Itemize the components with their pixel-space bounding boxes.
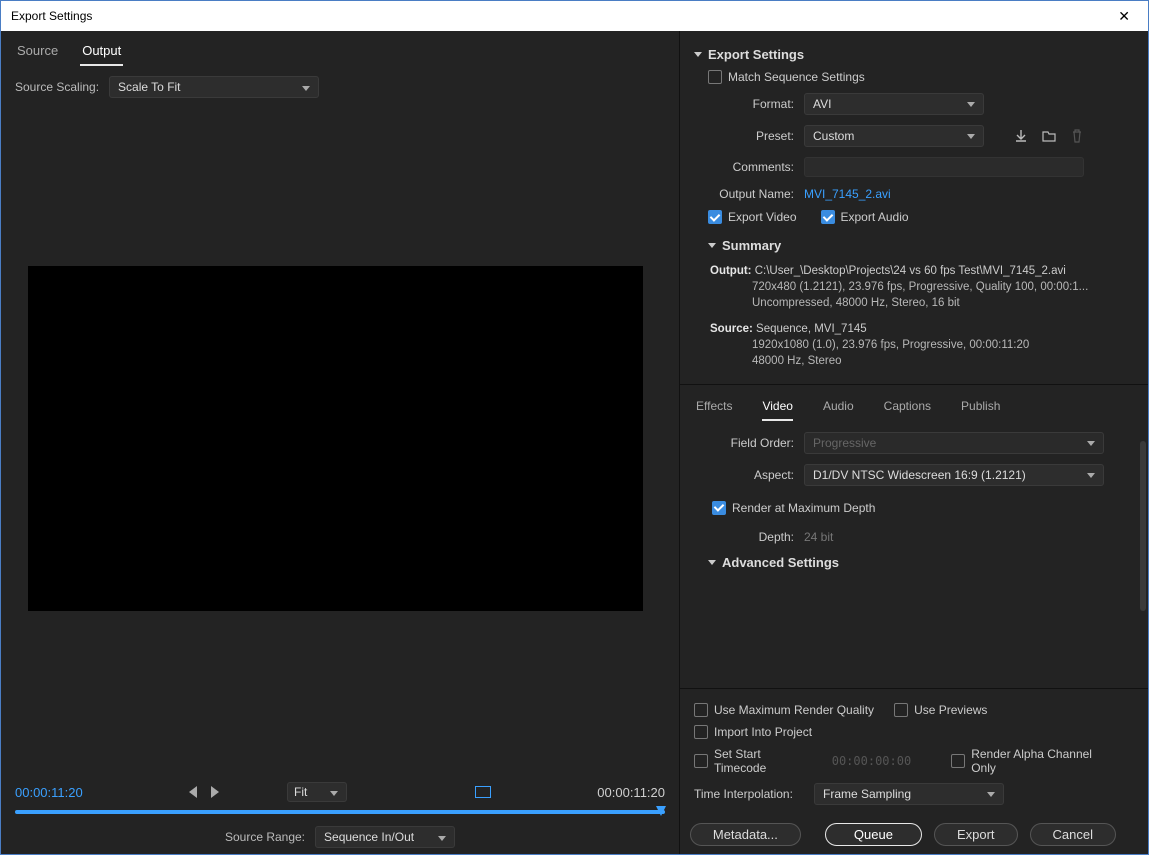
source-scaling-select[interactable]: Scale To Fit [109, 76, 319, 98]
summary-source-line3: 48000 Hz, Stereo [710, 353, 1134, 369]
tab-captions[interactable]: Captions [884, 395, 931, 421]
preview-frame [28, 266, 643, 611]
max-depth-label: Render at Maximum Depth [732, 501, 875, 515]
summary-title: Summary [722, 238, 781, 253]
close-icon[interactable]: ✕ [1110, 4, 1138, 29]
export-settings-title: Export Settings [708, 47, 804, 62]
field-order-value: Progressive [813, 436, 876, 450]
import-project-checkbox[interactable] [694, 725, 708, 739]
tab-publish[interactable]: Publish [961, 395, 1000, 421]
source-range-label: Source Range: [225, 830, 305, 844]
format-select[interactable]: AVI [804, 93, 984, 115]
time-interp-label: Time Interpolation: [694, 787, 794, 801]
chevron-down-icon [694, 52, 702, 57]
timecode-current[interactable]: 00:00:11:20 [15, 785, 83, 800]
timeline-playhead-icon[interactable] [656, 806, 666, 820]
field-order-select: Progressive [804, 432, 1104, 454]
export-video-checkbox[interactable] [708, 210, 722, 224]
aspect-value: D1/DV NTSC Widescreen 16:9 (1.2121) [813, 468, 1026, 482]
export-video-label: Export Video [728, 210, 797, 224]
preset-value: Custom [813, 129, 854, 143]
zoom-select[interactable]: Fit [287, 782, 347, 802]
max-quality-label: Use Maximum Render Quality [714, 703, 874, 717]
aspect-label: Aspect: [708, 468, 794, 482]
depth-value: 24 bit [804, 530, 833, 544]
source-scaling-value: Scale To Fit [118, 80, 180, 94]
comments-input[interactable] [804, 157, 1084, 177]
advanced-settings-header[interactable]: Advanced Settings [694, 549, 1134, 576]
field-order-label: Field Order: [708, 436, 794, 450]
summary-source-label: Source: [710, 323, 753, 335]
preset-select[interactable]: Custom [804, 125, 984, 147]
tab-effects[interactable]: Effects [696, 395, 732, 421]
export-audio-checkbox[interactable] [821, 210, 835, 224]
summary-header[interactable]: Summary [694, 234, 1134, 257]
format-label: Format: [708, 97, 794, 111]
start-timecode-checkbox[interactable] [694, 754, 708, 768]
export-audio-label: Export Audio [841, 210, 909, 224]
metadata-button[interactable]: Metadata... [690, 823, 801, 846]
summary-output-label: Output: [710, 265, 752, 277]
max-quality-checkbox[interactable] [694, 703, 708, 717]
source-range-value: Sequence In/Out [324, 830, 414, 844]
delete-preset-icon [1068, 127, 1086, 145]
tab-video[interactable]: Video [762, 395, 792, 421]
timeline-track[interactable] [15, 810, 665, 814]
alpha-only-checkbox[interactable] [951, 754, 965, 768]
zoom-select-value: Fit [294, 785, 307, 799]
source-scaling-label: Source Scaling: [15, 80, 99, 94]
export-settings-header[interactable]: Export Settings [694, 43, 1134, 66]
time-interp-value: Frame Sampling [823, 787, 911, 801]
max-depth-checkbox[interactable] [712, 501, 726, 515]
step-back-icon[interactable] [189, 786, 197, 798]
preview-panel: Source Output Source Scaling: Scale To F… [1, 31, 680, 854]
window-title: Export Settings [11, 9, 92, 23]
aspect-select[interactable]: D1/DV NTSC Widescreen 16:9 (1.2121) [804, 464, 1104, 486]
titlebar: Export Settings ✕ [1, 1, 1148, 31]
output-name-label: Output Name: [708, 187, 794, 201]
import-project-label: Import Into Project [714, 725, 812, 739]
tab-source[interactable]: Source [15, 39, 60, 66]
chevron-down-icon [708, 243, 716, 248]
import-preset-icon[interactable] [1040, 127, 1058, 145]
settings-panel: Export Settings Match Sequence Settings … [680, 31, 1148, 854]
tab-output[interactable]: Output [80, 39, 123, 66]
comments-label: Comments: [708, 160, 794, 174]
use-previews-checkbox[interactable] [894, 703, 908, 717]
advanced-settings-title: Advanced Settings [722, 555, 839, 570]
start-timecode-value: 00:00:00:00 [832, 754, 911, 768]
source-range-select[interactable]: Sequence In/Out [315, 826, 455, 848]
alpha-only-label: Render Alpha Channel Only [971, 747, 1114, 775]
chevron-down-icon [708, 560, 716, 565]
output-name-link[interactable]: MVI_7145_2.avi [804, 187, 891, 201]
time-interp-select[interactable]: Frame Sampling [814, 783, 1004, 805]
tab-audio[interactable]: Audio [823, 395, 854, 421]
match-sequence-checkbox[interactable] [708, 70, 722, 84]
settings-tabs: Effects Video Audio Captions Publish [680, 384, 1148, 421]
match-sequence-label: Match Sequence Settings [728, 70, 865, 84]
summary-source-line2: 1920x1080 (1.0), 23.976 fps, Progressive… [710, 337, 1134, 353]
depth-label: Depth: [708, 530, 794, 544]
scrollbar[interactable] [1140, 441, 1146, 611]
export-button[interactable]: Export [934, 823, 1018, 846]
step-forward-icon[interactable] [211, 786, 219, 798]
preview-area: 00:00:11:20 Fit 00:00:11:20 [1, 106, 679, 854]
summary-source-path: Sequence, MVI_7145 [756, 323, 867, 335]
summary-block: Output: C:\User_\Desktop\Projects\24 vs … [694, 257, 1134, 378]
export-options-block: Use Maximum Render Quality Use Previews … [680, 688, 1148, 854]
summary-output-path: C:\User_\Desktop\Projects\24 vs 60 fps T… [755, 265, 1066, 277]
queue-button[interactable]: Queue [825, 823, 922, 846]
export-settings-window: Export Settings ✕ Source Output Source S… [0, 0, 1149, 855]
format-value: AVI [813, 97, 831, 111]
start-timecode-label: Set Start Timecode [714, 747, 812, 775]
save-preset-icon[interactable] [1012, 127, 1030, 145]
cancel-button[interactable]: Cancel [1030, 823, 1116, 846]
use-previews-label: Use Previews [914, 703, 987, 717]
aspect-crop-icon[interactable] [475, 786, 491, 798]
summary-output-line2: 720x480 (1.2121), 23.976 fps, Progressiv… [710, 279, 1134, 295]
summary-output-line3: Uncompressed, 48000 Hz, Stereo, 16 bit [710, 295, 1134, 311]
preset-label: Preset: [708, 129, 794, 143]
timecode-duration: 00:00:11:20 [597, 785, 665, 800]
